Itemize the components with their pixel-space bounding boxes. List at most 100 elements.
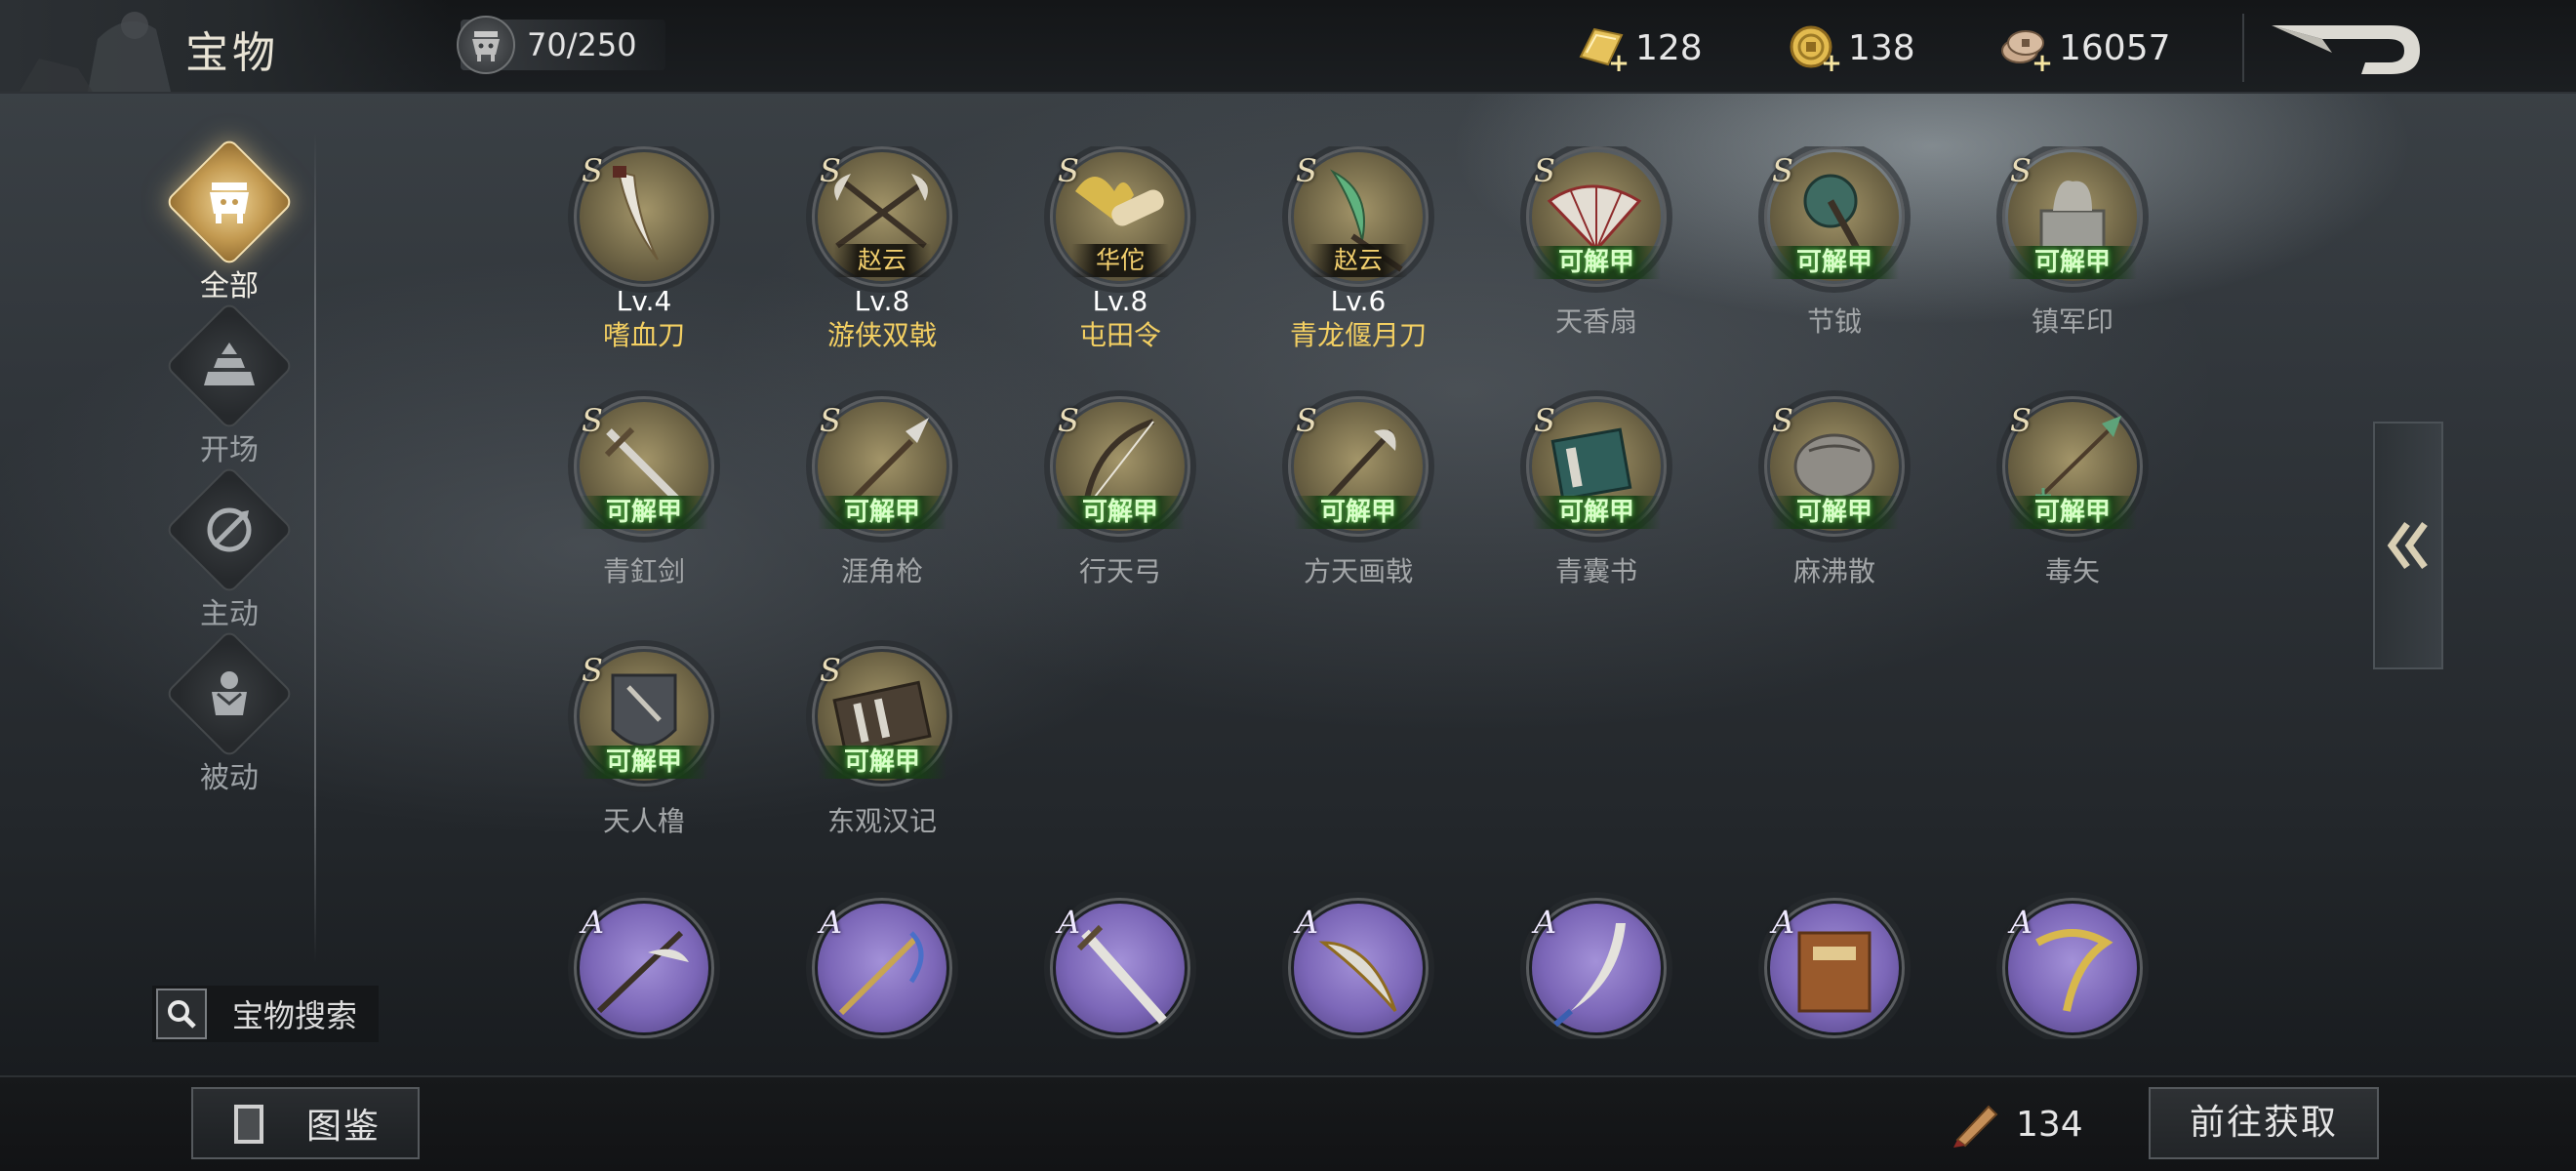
- hero-tag: 华佗: [1071, 244, 1169, 277]
- capacity-value: 70/250: [527, 26, 637, 63]
- treasure-item[interactable]: S 可解甲 天香扇: [1499, 146, 1694, 381]
- grade-badge: S: [1534, 152, 1555, 189]
- tab-opening-label: 开场: [200, 433, 259, 467]
- copper-coin-value: 16057: [2059, 27, 2171, 68]
- treasure-item[interactable]: S 可解甲 镇军印: [1975, 146, 2170, 381]
- grade-badge: S: [1772, 402, 1793, 439]
- tab-opening[interactable]: 开场: [146, 301, 312, 467]
- unlock-tag: 可解甲: [818, 496, 946, 529]
- item-level: Lv.4: [616, 285, 672, 317]
- add-icon: +: [1608, 49, 1630, 78]
- grade-badge: S: [820, 152, 841, 189]
- grade-badge: S: [820, 402, 841, 439]
- treasure-search-button[interactable]: 宝物搜索: [152, 986, 379, 1042]
- item-name: 天人橹: [602, 805, 685, 837]
- treasure-item[interactable]: S 可解甲 行天弓: [1023, 396, 1218, 630]
- hero-tag: 赵云: [1309, 244, 1407, 277]
- gold-ingot-value: 128: [1635, 27, 1703, 68]
- hero-tag: 赵云: [833, 244, 931, 277]
- opening-icon: [183, 320, 275, 412]
- grade-badge: S: [2010, 402, 2032, 439]
- unlock-tag: 可解甲: [1770, 496, 1899, 529]
- treasure-item[interactable]: S Lv.4 嗜血刀: [546, 146, 742, 381]
- treasure-item[interactable]: A: [1261, 898, 1456, 1039]
- item-name: 屯田令: [1078, 319, 1161, 351]
- item-name: 游侠双戟: [826, 319, 937, 351]
- item-level: Lv.8: [854, 285, 910, 317]
- search-label: 宝物搜索: [232, 997, 358, 1034]
- grade-badge: S: [1772, 152, 1793, 189]
- grade-badge: S: [820, 652, 841, 689]
- tab-active[interactable]: 主动: [146, 464, 312, 631]
- treasure-item[interactable]: A: [1023, 898, 1218, 1039]
- treasure-item[interactable]: A: [1737, 898, 1932, 1039]
- grade-badge: S: [582, 402, 603, 439]
- unlock-tag: 可解甲: [1770, 246, 1899, 279]
- treasure-item[interactable]: A: [1975, 898, 2170, 1039]
- grade-badge: A: [2010, 904, 2033, 941]
- treasure-all-icon: [183, 156, 275, 248]
- treasure-item[interactable]: S 可解甲 涯角枪: [785, 396, 980, 630]
- treasure-item[interactable]: S 可解甲 方天画戟: [1261, 396, 1456, 630]
- gold-ingot-icon: +: [1573, 21, 1630, 78]
- unlock-tag: 可解甲: [818, 746, 946, 779]
- copper-coin-icon: +: [1996, 21, 2053, 78]
- treasure-item[interactable]: S 赵云 Lv.6 青龙偃月刀: [1261, 146, 1456, 381]
- treasure-item[interactable]: S 可解甲 毒矢: [1975, 396, 2170, 630]
- add-icon: +: [2032, 49, 2053, 78]
- passive-skill-icon: [183, 648, 275, 740]
- treasure-item[interactable]: S 赵云 Lv.8 游侠双戟: [785, 146, 980, 381]
- grade-badge: A: [1296, 904, 1319, 941]
- bronze-vessel-icon: [457, 16, 515, 74]
- unlock-tag: 可解甲: [580, 746, 708, 779]
- grade-badge: A: [820, 904, 843, 941]
- treasure-item[interactable]: S 华佗 Lv.8 屯田令: [1023, 146, 1218, 381]
- treasure-grid: S Lv.4 嗜血刀 S 赵云 Lv.8 游侠双戟 S 华佗 Lv.8 屯田令: [546, 146, 2205, 1039]
- treasure-item[interactable]: S 可解甲 麻沸散: [1737, 396, 1932, 630]
- divider: [2242, 14, 2244, 82]
- gold-ingot-currency[interactable]: + 128: [1573, 21, 1703, 78]
- copper-coin-currency[interactable]: + 16057: [1996, 21, 2171, 78]
- grade-badge: S: [1058, 152, 1079, 189]
- treasure-item[interactable]: S 可解甲 青囊书: [1499, 396, 1694, 630]
- tab-passive[interactable]: 被动: [146, 628, 312, 795]
- grade-badge: S: [1534, 402, 1555, 439]
- grade-badge: A: [1772, 904, 1795, 941]
- treasure-item[interactable]: S 可解甲 天人橹: [546, 646, 742, 880]
- treasure-item[interactable]: S 可解甲 青釭剑: [546, 396, 742, 630]
- item-name: 嗜血刀: [602, 319, 685, 351]
- search-icon: [156, 989, 207, 1039]
- item-level: Lv.6: [1330, 285, 1387, 317]
- gold-coin-currency[interactable]: + 138: [1786, 21, 1915, 78]
- go-obtain-button[interactable]: 前往获取: [2149, 1087, 2379, 1159]
- unlock-tag: 可解甲: [2008, 246, 2137, 279]
- book-icon: [234, 1105, 263, 1144]
- item-name: 青囊书: [1554, 555, 1637, 587]
- tab-all[interactable]: 全部: [146, 137, 312, 303]
- item-name: 天香扇: [1554, 305, 1637, 338]
- back-button[interactable]: [2264, 14, 2430, 82]
- grade-badge: S: [582, 152, 603, 189]
- unlock-tag: 可解甲: [1532, 496, 1661, 529]
- codex-button[interactable]: 图鉴: [191, 1087, 420, 1159]
- unlock-tag: 可解甲: [2008, 496, 2137, 529]
- expand-panel-button[interactable]: [2373, 422, 2443, 669]
- treasure-item[interactable]: A: [785, 898, 980, 1039]
- token-value: 134: [2016, 1104, 2083, 1145]
- add-icon: +: [1821, 49, 1842, 78]
- treasure-item[interactable]: S 可解甲 节钺: [1737, 146, 1932, 381]
- unlock-tag: 可解甲: [1532, 246, 1661, 279]
- grade-badge: S: [1296, 402, 1317, 439]
- treasure-item[interactable]: A: [1499, 898, 1694, 1039]
- double-chevron-left-icon: [2387, 521, 2428, 570]
- unlock-tag: 可解甲: [1056, 496, 1185, 529]
- tab-active-label: 主动: [200, 597, 259, 631]
- grade-badge: A: [1534, 904, 1557, 941]
- gold-coin-value: 138: [1848, 27, 1915, 68]
- treasure-item[interactable]: A: [546, 898, 742, 1039]
- item-name: 节钺: [1806, 305, 1862, 338]
- item-name: 涯角枪: [840, 555, 923, 587]
- treasure-item[interactable]: S 可解甲 东观汉记: [785, 646, 980, 880]
- return-arrow-icon: [2272, 25, 2420, 74]
- token-counter: 134: [1950, 1095, 2083, 1153]
